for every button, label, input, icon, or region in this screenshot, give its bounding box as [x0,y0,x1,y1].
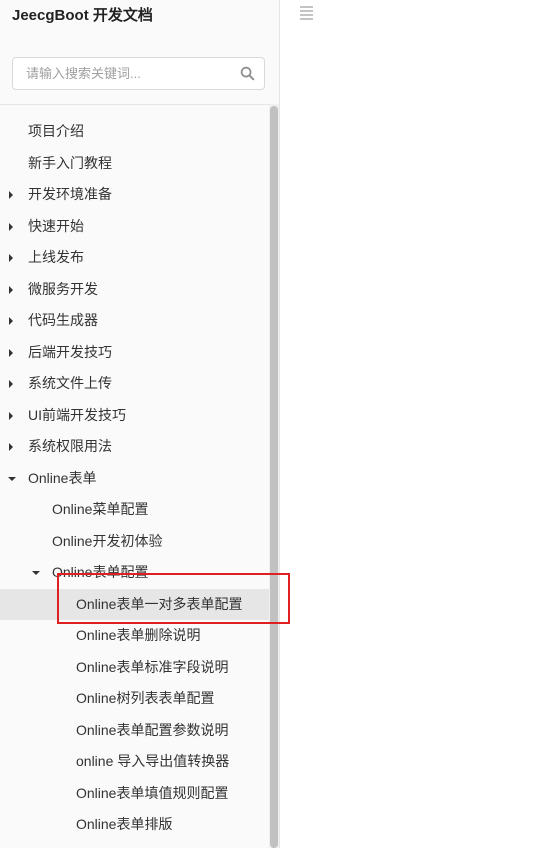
caret-right-icon[interactable] [9,285,13,294]
nav-item-permissions[interactable]: 系统权限用法 [0,431,279,463]
nav-item-label: Online表单 [28,469,97,486]
nav-item-form-layout[interactable]: Online表单排版 [0,809,279,841]
nav-item-label: Online表单配置参数说明 [76,721,229,738]
caret-right-icon[interactable] [9,317,13,325]
sidebar-scrollbar[interactable] [269,104,279,848]
nav-item-form-delete[interactable]: Online表单删除说明 [0,620,279,652]
caret-down-icon[interactable] [32,571,40,575]
caret-right-icon[interactable] [9,380,13,388]
nav-item-tree-list-config[interactable]: Online树列表表单配置 [0,683,279,715]
nav-item-online-first-experience[interactable]: Online开发初体验 [0,526,279,558]
caret-right-icon[interactable] [9,443,13,451]
scrollbar-thumb[interactable] [270,106,278,848]
nav-item-ui-frontend-tips[interactable]: UI前端开发技巧 [0,400,279,432]
nav-item-code-generator[interactable]: 代码生成器 [0,305,279,337]
nav-item-fill-rules[interactable]: Online表单填值规则配置 [0,778,279,810]
nav-item-file-upload[interactable]: 系统文件上传 [0,368,279,400]
nav-item-label: Online表单标准字段说明 [76,658,229,675]
nav-item-label: 快速开始 [28,217,84,234]
nav-item-label: 系统文件上传 [28,375,112,391]
nav-item-label: Online表单配置 [52,564,149,580]
nav-item-backend-tips[interactable]: 后端开发技巧 [0,337,279,369]
nav-item-online-form-config[interactable]: Online表单配置 [0,557,279,589]
hamburger-menu-icon[interactable] [300,6,313,20]
nav-item-online-form[interactable]: Online表单 [0,463,279,495]
search-box [12,57,265,90]
caret-right-icon[interactable] [9,254,13,262]
nav-item-label: Online表单删除说明 [76,627,201,643]
nav-item-standard-fields[interactable]: Online表单标准字段说明 [0,652,279,684]
nav-item-label: online 导入导出值转换器 [76,753,230,769]
nav-item-label: 项目介绍 [28,123,84,139]
nav-item-label: 开发环境准备 [28,186,112,202]
nav-item-label: 微服务开发 [28,280,98,297]
nav-item-label: Online开发初体验 [52,532,163,549]
search-icon[interactable] [240,66,255,81]
caret-down-icon[interactable] [8,476,16,481]
nav-item-label: 系统权限用法 [28,438,112,454]
nav-item-import-export-converter[interactable]: online 导入导出值转换器 [0,746,279,778]
nav-item-label: 新手入门教程 [28,154,112,171]
caret-right-icon[interactable] [9,191,13,199]
caret-right-icon[interactable] [9,222,13,231]
docs-page: JeecgBoot 开发文档 项目介绍 新手入门教程 开发环境准备 快速开始 上… [0,0,559,848]
nav-item-label: UI前端开发技巧 [28,406,126,423]
nav-item-quick-start[interactable]: 快速开始 [0,211,279,243]
nav-item-label: Online表单填值规则配置 [76,784,229,801]
caret-right-icon[interactable] [9,348,13,357]
nav-item-label: 上线发布 [28,249,84,265]
site-title[interactable]: JeecgBoot 开发文档 [12,6,153,26]
nav-item-label: Online树列表表单配置 [76,690,215,706]
nav-item-label: Online表单一对多表单配置 [76,595,243,612]
search-input[interactable] [13,58,235,89]
nav-item-dev-env[interactable]: 开发环境准备 [0,179,279,211]
nav-item-beginner-tutorial[interactable]: 新手入门教程 [0,148,279,180]
nav-item-label: Online表单排版 [76,816,173,832]
sidebar-nav: 项目介绍 新手入门教程 开发环境准备 快速开始 上线发布 微服务开发 代码生成器… [0,116,279,841]
sidebar: JeecgBoot 开发文档 项目介绍 新手入门教程 开发环境准备 快速开始 上… [0,0,280,848]
nav-item-label: 代码生成器 [28,312,98,328]
nav-item-project-intro[interactable]: 项目介绍 [0,116,279,148]
nav-item-label: Online菜单配置 [52,501,149,517]
nav-item-online-menu-config[interactable]: Online菜单配置 [0,494,279,526]
nav-item-config-params[interactable]: Online表单配置参数说明 [0,715,279,747]
nav-item-release[interactable]: 上线发布 [0,242,279,274]
nav-item-microservice[interactable]: 微服务开发 [0,274,279,306]
sidebar-divider [0,104,279,105]
nav-item-label: 后端开发技巧 [28,343,112,360]
nav-item-one-to-many-config[interactable]: Online表单一对多表单配置 [0,588,279,620]
caret-right-icon[interactable] [9,411,13,420]
